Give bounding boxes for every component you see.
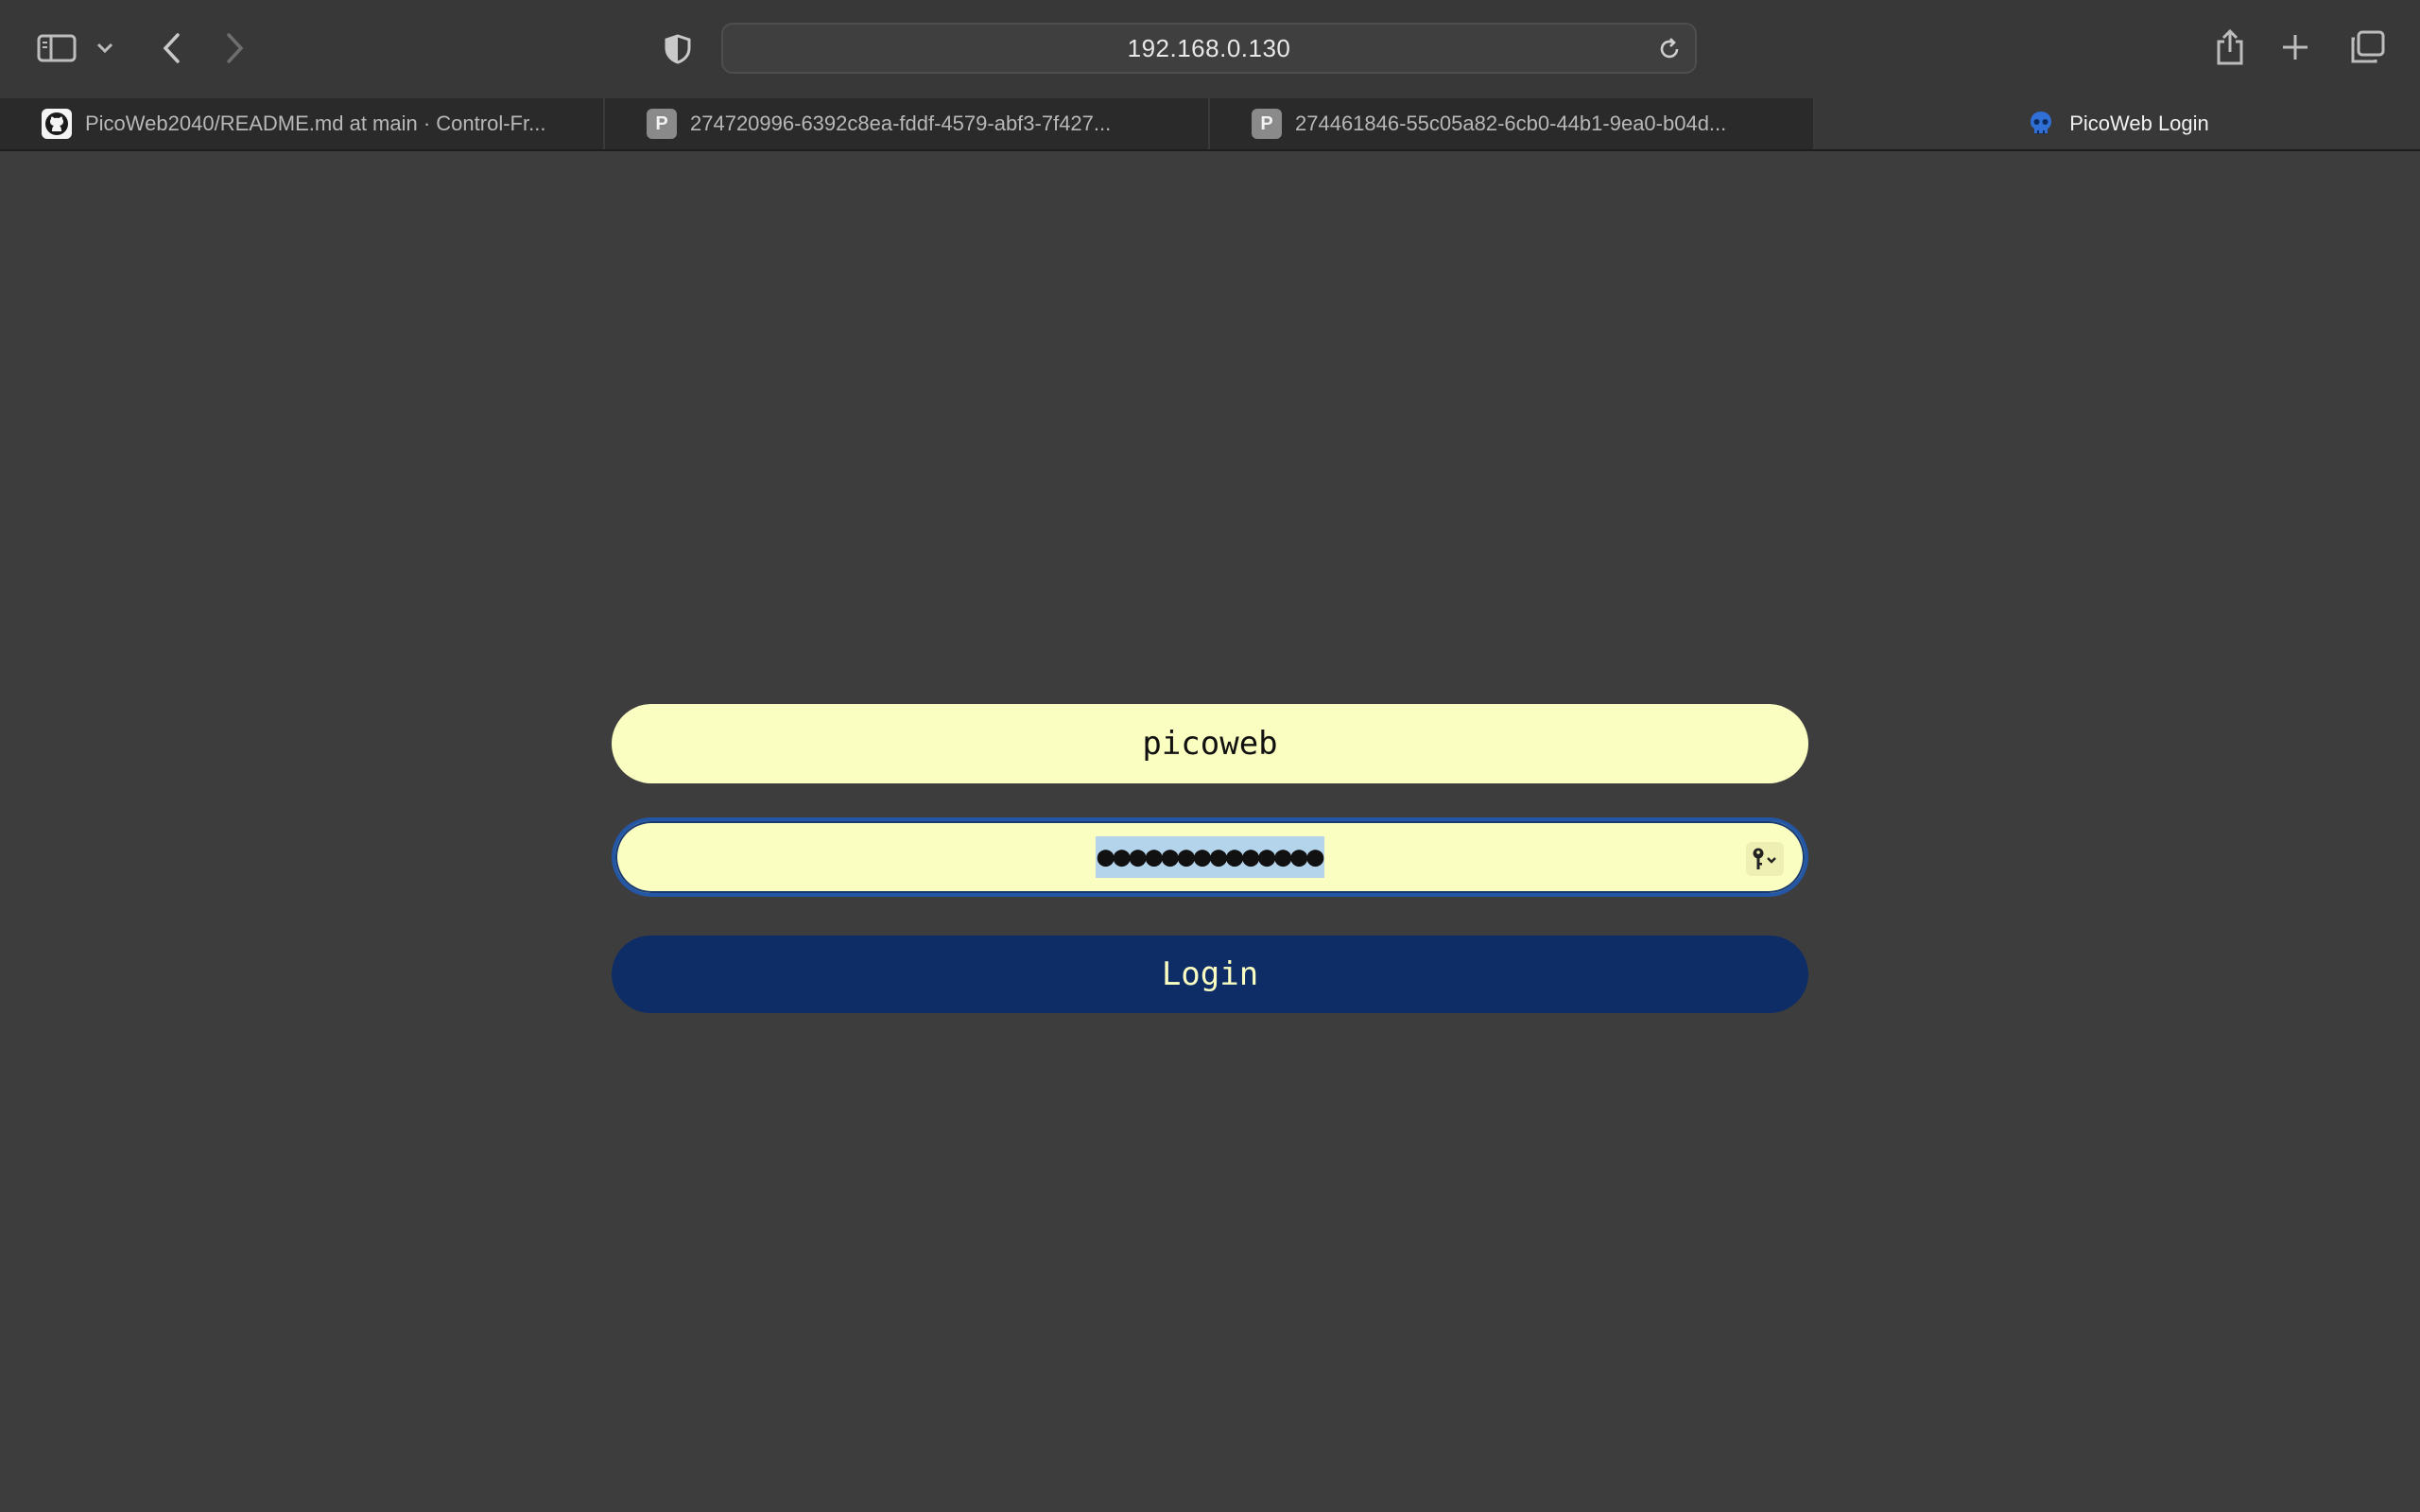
favicon-p-icon: P bbox=[647, 109, 677, 139]
username-field[interactable]: picoweb bbox=[612, 704, 1808, 783]
password-masked-value: ●●●●●●●●●●●●●● bbox=[1095, 836, 1325, 878]
tab-label: PicoWeb Login bbox=[2069, 112, 2209, 135]
new-tab-icon[interactable] bbox=[2278, 28, 2312, 66]
tab-image-1[interactable]: P 274720996-6392c8ea-fddf-4579-abf3-7f42… bbox=[605, 98, 1210, 149]
share-icon[interactable] bbox=[2212, 26, 2248, 68]
browser-toolbar: 192.168.0.130 bbox=[0, 0, 2420, 98]
login-button-label: Login bbox=[1161, 955, 1259, 993]
github-icon bbox=[42, 109, 72, 139]
login-button[interactable]: Login bbox=[612, 936, 1808, 1013]
picoweb-skull-icon bbox=[2026, 109, 2056, 139]
favicon-p-icon: P bbox=[1252, 109, 1282, 139]
back-icon[interactable] bbox=[155, 30, 187, 66]
username-value: picoweb bbox=[1142, 725, 1278, 763]
tab-bar: PicoWeb2040/README.md at main · Control-… bbox=[0, 98, 2420, 151]
url-text[interactable]: 192.168.0.130 bbox=[723, 25, 1695, 72]
privacy-shield-icon[interactable] bbox=[662, 32, 694, 66]
tab-picoweb-login[interactable]: PicoWeb Login bbox=[1815, 98, 2420, 149]
tab-image-2[interactable]: P 274461846-55c05a82-6cb0-44b1-9ea0-b04d… bbox=[1210, 98, 1815, 149]
sidebar-toggle-icon[interactable] bbox=[36, 32, 78, 64]
chevron-down-icon[interactable] bbox=[93, 36, 117, 60]
password-field[interactable]: ●●●●●●●●●●●●●● bbox=[612, 817, 1808, 897]
tab-label: PicoWeb2040/README.md at main · Control-… bbox=[85, 112, 546, 135]
tab-label: 274461846-55c05a82-6cb0-44b1-9ea0-b04d..… bbox=[1295, 112, 1727, 135]
tab-overview-icon[interactable] bbox=[2348, 28, 2386, 66]
reload-icon[interactable] bbox=[1657, 37, 1682, 61]
tab-github-readme[interactable]: PicoWeb2040/README.md at main · Control-… bbox=[0, 98, 605, 149]
tab-label: 274720996-6392c8ea-fddf-4579-abf3-7f427.… bbox=[690, 112, 1112, 135]
forward-icon[interactable] bbox=[219, 30, 251, 66]
address-bar[interactable]: 192.168.0.130 bbox=[721, 23, 1697, 74]
password-autofill-key-icon[interactable] bbox=[1746, 842, 1784, 876]
